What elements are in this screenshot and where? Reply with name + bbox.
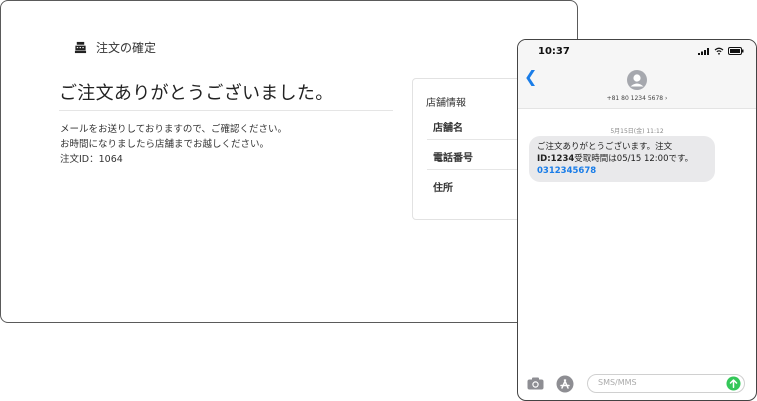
store-info-title: 店舗情報 (426, 98, 466, 109)
page-header: 注文の確定 (74, 39, 156, 56)
headline-divider (59, 110, 393, 111)
order-id-line: 注文ID：1064 (60, 154, 123, 165)
message-line: メールをお送りしておりますので、ご確認ください。 (60, 124, 288, 135)
status-icons (698, 47, 744, 55)
signal-icon (698, 47, 709, 55)
sender-number[interactable]: +81 80 1234 5678 › (518, 95, 756, 102)
cash-register-icon (74, 41, 87, 54)
confirmation-message: メールをお送りしておりますので、ご確認ください。 お時間になりましたら店舗までお… (60, 122, 287, 167)
address-label: 住所 (433, 183, 453, 194)
order-confirmation-window: 注文の確定 ご注文ありがとうございました。 メールをお送りしておりますので、ご確… (0, 0, 578, 323)
sms-text: 受取時間は05/15 12:00です。 (574, 154, 694, 164)
camera-icon[interactable] (527, 377, 544, 390)
thank-you-headline: ご注文ありがとうございました。 (59, 83, 334, 104)
sms-id-prefix: ID: (537, 154, 551, 164)
message-line: お時間になりましたら店舗までお越しください。 (60, 139, 270, 150)
wifi-icon (714, 47, 724, 55)
sms-input[interactable]: SMS/MMS (587, 374, 745, 393)
phone-sms-screen: 10:37 ❮ +81 80 1234 5678 › 5月15日(金) 11:1… (517, 39, 757, 401)
send-arrow-icon[interactable] (726, 376, 741, 391)
phone-number-label: 電話番号 (433, 153, 473, 164)
sms-phone-link[interactable]: 0312345678 (537, 166, 596, 176)
sms-input-placeholder: SMS/MMS (598, 378, 637, 387)
contact-avatar-icon[interactable] (627, 70, 647, 90)
message-composer: SMS/MMS (518, 373, 756, 395)
battery-icon (728, 47, 744, 55)
message-timestamp: 5月15日(金) 11:12 (610, 128, 664, 135)
status-time: 10:37 (538, 46, 570, 57)
store-name-label: 店舗名 (433, 123, 463, 134)
conversation-header: 10:37 ❮ +81 80 1234 5678 › (518, 40, 756, 109)
page-title: 注文の確定 (96, 41, 157, 55)
sms-text: ご注文ありがとうございます。注文 (537, 142, 673, 152)
sms-bubble: ご注文ありがとうございます。注文 ID:1234受取時間は05/15 12:00… (529, 136, 715, 182)
back-chevron-icon[interactable]: ❮ (524, 67, 537, 86)
sms-id-value: 1234 (550, 154, 575, 164)
app-store-icon[interactable] (556, 375, 574, 393)
